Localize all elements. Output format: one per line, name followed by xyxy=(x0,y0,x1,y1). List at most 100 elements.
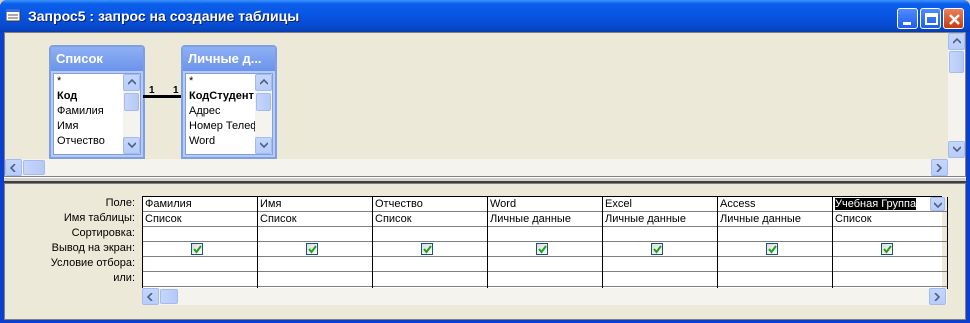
scroll-right-button[interactable] xyxy=(929,288,946,305)
or-cell[interactable] xyxy=(488,272,602,287)
table-title[interactable]: Список xyxy=(51,47,143,71)
vertical-scrollbar[interactable] xyxy=(123,74,140,154)
criteria-cell[interactable] xyxy=(718,257,832,272)
scroll-thumb[interactable] xyxy=(124,93,139,111)
checkmark-icon xyxy=(193,245,202,254)
sort-cell[interactable] xyxy=(258,227,372,242)
show-checkbox[interactable] xyxy=(536,243,548,255)
grid-column[interactable]: Учебная Группа Список xyxy=(833,197,948,289)
scroll-thumb[interactable] xyxy=(949,51,964,73)
row-label-or: или: xyxy=(113,272,135,284)
show-cell[interactable] xyxy=(373,242,487,257)
relationship-left-label: 1 xyxy=(149,85,155,96)
scroll-thumb[interactable] xyxy=(160,289,178,304)
sort-cell[interactable] xyxy=(603,227,717,242)
field-cell[interactable]: Access xyxy=(718,197,832,212)
sort-cell[interactable] xyxy=(373,227,487,242)
scroll-left-button[interactable] xyxy=(142,288,159,305)
grid-column[interactable]: Фамилия Список xyxy=(143,197,258,289)
or-cell[interactable] xyxy=(603,272,717,287)
field-cell[interactable]: Имя xyxy=(258,197,372,212)
table-cell[interactable]: Личные данные xyxy=(488,212,602,227)
table-pane[interactable]: Список * Код Фамилия Имя Отчество 1 1 Ли… xyxy=(4,32,966,177)
scroll-right-button[interactable] xyxy=(931,159,948,176)
grid-column[interactable]: Access Личные данные xyxy=(718,197,833,289)
scroll-up-button[interactable] xyxy=(948,33,965,50)
field-cell[interactable]: Excel xyxy=(603,197,717,212)
grid-column[interactable]: Отчество Список xyxy=(373,197,488,289)
design-grid[interactable]: Фамилия Список Имя Список Отчество Списо… xyxy=(142,196,948,289)
scroll-down-button[interactable] xyxy=(123,137,140,154)
show-checkbox[interactable] xyxy=(421,243,433,255)
field-cell[interactable]: Фамилия xyxy=(143,197,257,212)
table-cell[interactable]: Личные данные xyxy=(603,212,717,227)
scroll-down-button[interactable] xyxy=(948,141,965,158)
criteria-cell[interactable] xyxy=(258,257,372,272)
show-checkbox[interactable] xyxy=(881,243,893,255)
criteria-cell[interactable] xyxy=(603,257,717,272)
design-grid-pane: Поле: Имя таблицы: Сортировка: Вывод на … xyxy=(4,183,966,320)
or-cell[interactable] xyxy=(258,272,372,287)
or-cell[interactable] xyxy=(718,272,832,287)
table-title[interactable]: Личные д... xyxy=(183,47,275,71)
show-cell[interactable] xyxy=(833,242,947,257)
title-bar[interactable]: Запрос5 : запрос на создание таблицы xyxy=(0,0,970,32)
table-cell[interactable]: Список xyxy=(373,212,487,227)
table-list-lichnye-dannye[interactable]: Личные д... * КодСтудент Адрес Номер Тел… xyxy=(181,45,277,159)
show-checkbox[interactable] xyxy=(306,243,318,255)
or-cell[interactable] xyxy=(373,272,487,287)
show-cell[interactable] xyxy=(718,242,832,257)
scroll-thumb[interactable] xyxy=(23,160,45,175)
scroll-left-button[interactable] xyxy=(5,159,22,176)
criteria-cell[interactable] xyxy=(373,257,487,272)
field-cell[interactable]: Отчество xyxy=(373,197,487,212)
show-cell[interactable] xyxy=(258,242,372,257)
upper-vertical-scrollbar[interactable] xyxy=(948,33,965,159)
minimize-icon xyxy=(903,22,911,25)
show-checkbox[interactable] xyxy=(766,243,778,255)
vertical-scrollbar[interactable] xyxy=(255,74,272,154)
or-cell[interactable] xyxy=(833,272,947,287)
show-cell[interactable] xyxy=(603,242,717,257)
criteria-cell[interactable] xyxy=(488,257,602,272)
maximize-button[interactable] xyxy=(920,8,941,29)
table-cell[interactable]: Список xyxy=(833,212,947,227)
checkmark-icon xyxy=(653,245,662,254)
table-cell[interactable]: Список xyxy=(143,212,257,227)
show-checkbox[interactable] xyxy=(651,243,663,255)
sort-cell[interactable] xyxy=(488,227,602,242)
sort-cell[interactable] xyxy=(718,227,832,242)
criteria-cell[interactable] xyxy=(143,257,257,272)
maximize-icon xyxy=(925,13,938,25)
criteria-cell[interactable] xyxy=(833,257,947,272)
or-cell[interactable] xyxy=(143,272,257,287)
field-value[interactable]: Учебная Группа xyxy=(835,198,917,210)
table-cell[interactable]: Список xyxy=(258,212,372,227)
sort-cell[interactable] xyxy=(143,227,257,242)
scroll-down-button[interactable] xyxy=(255,137,272,154)
scroll-up-button[interactable] xyxy=(123,74,140,91)
chevron-down-icon xyxy=(128,142,136,148)
close-button[interactable] xyxy=(943,8,964,29)
grid-column[interactable]: Excel Личные данные xyxy=(603,197,718,289)
field-cell-selected[interactable]: Учебная Группа xyxy=(833,197,947,212)
field-cell[interactable]: Word xyxy=(488,197,602,212)
show-cell[interactable] xyxy=(143,242,257,257)
field-list[interactable]: * КодСтудент Адрес Номер Телеф Word xyxy=(185,73,273,155)
upper-horizontal-scrollbar[interactable] xyxy=(5,159,965,176)
grid-column[interactable]: Имя Список xyxy=(258,197,373,289)
table-list-spisok[interactable]: Список * Код Фамилия Имя Отчество xyxy=(49,45,145,159)
show-cell[interactable] xyxy=(488,242,602,257)
chevron-up-icon xyxy=(128,79,136,85)
scroll-thumb[interactable] xyxy=(256,93,271,111)
show-checkbox[interactable] xyxy=(191,243,203,255)
grid-horizontal-scrollbar[interactable] xyxy=(142,288,947,305)
grid-column[interactable]: Word Личные данные xyxy=(488,197,603,289)
table-cell[interactable]: Личные данные xyxy=(718,212,832,227)
field-dropdown-button[interactable] xyxy=(930,197,945,211)
sort-cell[interactable] xyxy=(833,227,947,242)
scroll-up-button[interactable] xyxy=(255,74,272,91)
field-list[interactable]: * Код Фамилия Имя Отчество xyxy=(53,73,141,155)
relationship-right-label: 1 xyxy=(173,85,179,96)
minimize-button[interactable] xyxy=(897,8,918,29)
